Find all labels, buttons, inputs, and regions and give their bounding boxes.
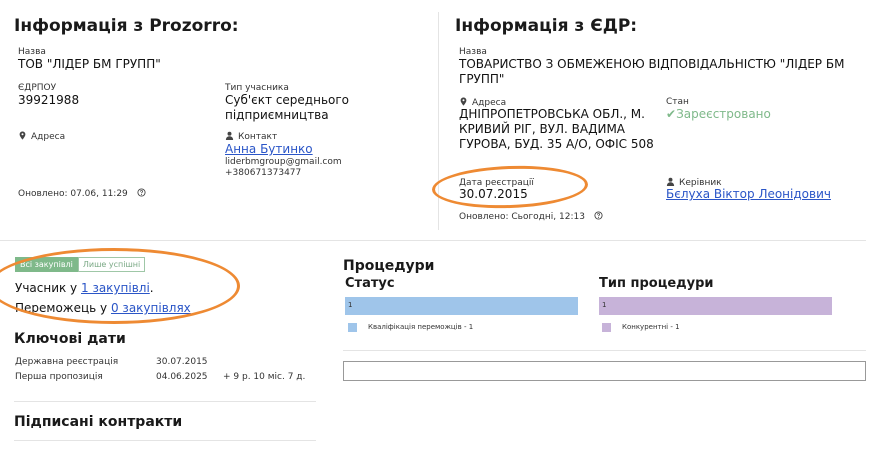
key-date-value: 04.06.2025 [156,372,208,382]
contact-label-row: Контакт [225,131,277,142]
chart-bar [345,297,578,315]
type-chart-title: Тип процедури [599,276,714,291]
prozorro-updated-row: Оновлено: 07.06, 11:29 [18,188,150,199]
status-value: Зареєстровано [676,107,771,121]
key-date-extra: + 9 р. 10 міс. 7 д. [223,372,306,382]
type-chart: 1 Конкурентні - 1 [599,297,834,337]
status-chart-title: Статус [345,276,395,291]
contracts-divider [14,440,316,441]
edr-name-label: Назва [459,47,487,57]
edr-title: Інформація з ЄДР: [455,16,638,36]
legend-label: Кваліфікація переможців - 1 [368,323,474,331]
legend-swatch [602,323,611,332]
contact-label: Контакт [238,132,278,142]
key-date-label: Перша пропозиція [15,372,103,382]
key-date-value: 30.07.2015 [156,357,208,367]
chart-bar [599,297,832,315]
key-dates-divider [14,401,316,402]
location-pin-icon [19,131,26,140]
key-dates-title: Ключові дати [14,331,126,347]
prozorro-address-label: Адреса [31,132,66,142]
edr-updated: Оновлено: Сьогодні, 12:13 [459,212,585,222]
legend-swatch [348,323,357,332]
prozorro-edrpou: 39921988 [18,93,80,107]
legend-label: Конкурентні - 1 [622,323,680,331]
annotation-oval-reg-date [431,163,589,211]
user-icon [666,177,675,186]
prozorro-updated: Оновлено: 07.06, 11:29 [18,189,128,199]
section-divider [0,240,866,241]
procedures-title: Процедури [343,258,435,274]
prozorro-title: Інформація з Prozorro: [14,16,239,36]
status-row: ✔Зареєстровано [666,107,771,122]
contact-email: liderbmgroup@gmail.com [225,157,342,167]
prozorro-edrpou-label: ЄДРПОУ [18,83,57,93]
status-label: Стан [666,97,689,107]
edr-name: ТОВАРИСТВО З ОБМЕЖЕНОЮ ВІДПОВІДАЛЬНІСТЮ … [459,57,845,86]
check-icon: ✔ [666,107,677,121]
help-icon[interactable] [137,188,146,197]
contact-phone: +380671373477 [225,168,302,178]
edr-address: ДНІПРОПЕТРОВСЬКА ОБЛ., М. КРИВИЙ РІГ, ВУ… [459,107,654,151]
chart-value-label: 1 [602,301,607,309]
location-pin-icon [460,97,467,106]
procedures-divider [343,350,866,351]
contact-name-link[interactable]: Анна Бутинко [225,142,313,157]
annotation-oval-participation [0,248,240,324]
prozorro-name: ТОВ "ЛІДЕР БМ ГРУПП" [18,57,161,71]
status-chart: 1 Кваліфікація переможців - 1 [345,297,580,337]
prozorro-name-label: Назва [18,47,46,57]
contracts-title: Підписані контракти [14,414,183,430]
user-icon [225,131,234,140]
procedures-empty-box [343,361,866,381]
edr-updated-row: Оновлено: Сьогодні, 12:13 [459,211,607,222]
chart-value-label: 1 [348,301,353,309]
participant-type: Суб'єкт середнього підприємництва [225,93,350,122]
participant-type-label: Тип учасника [225,83,289,93]
key-date-label: Державна реєстрація [15,357,119,367]
prozorro-address-label-row: Адреса [18,131,65,142]
help-icon[interactable] [594,211,603,220]
head-link[interactable]: Бєлуха Віктор Леонідович [666,187,831,202]
